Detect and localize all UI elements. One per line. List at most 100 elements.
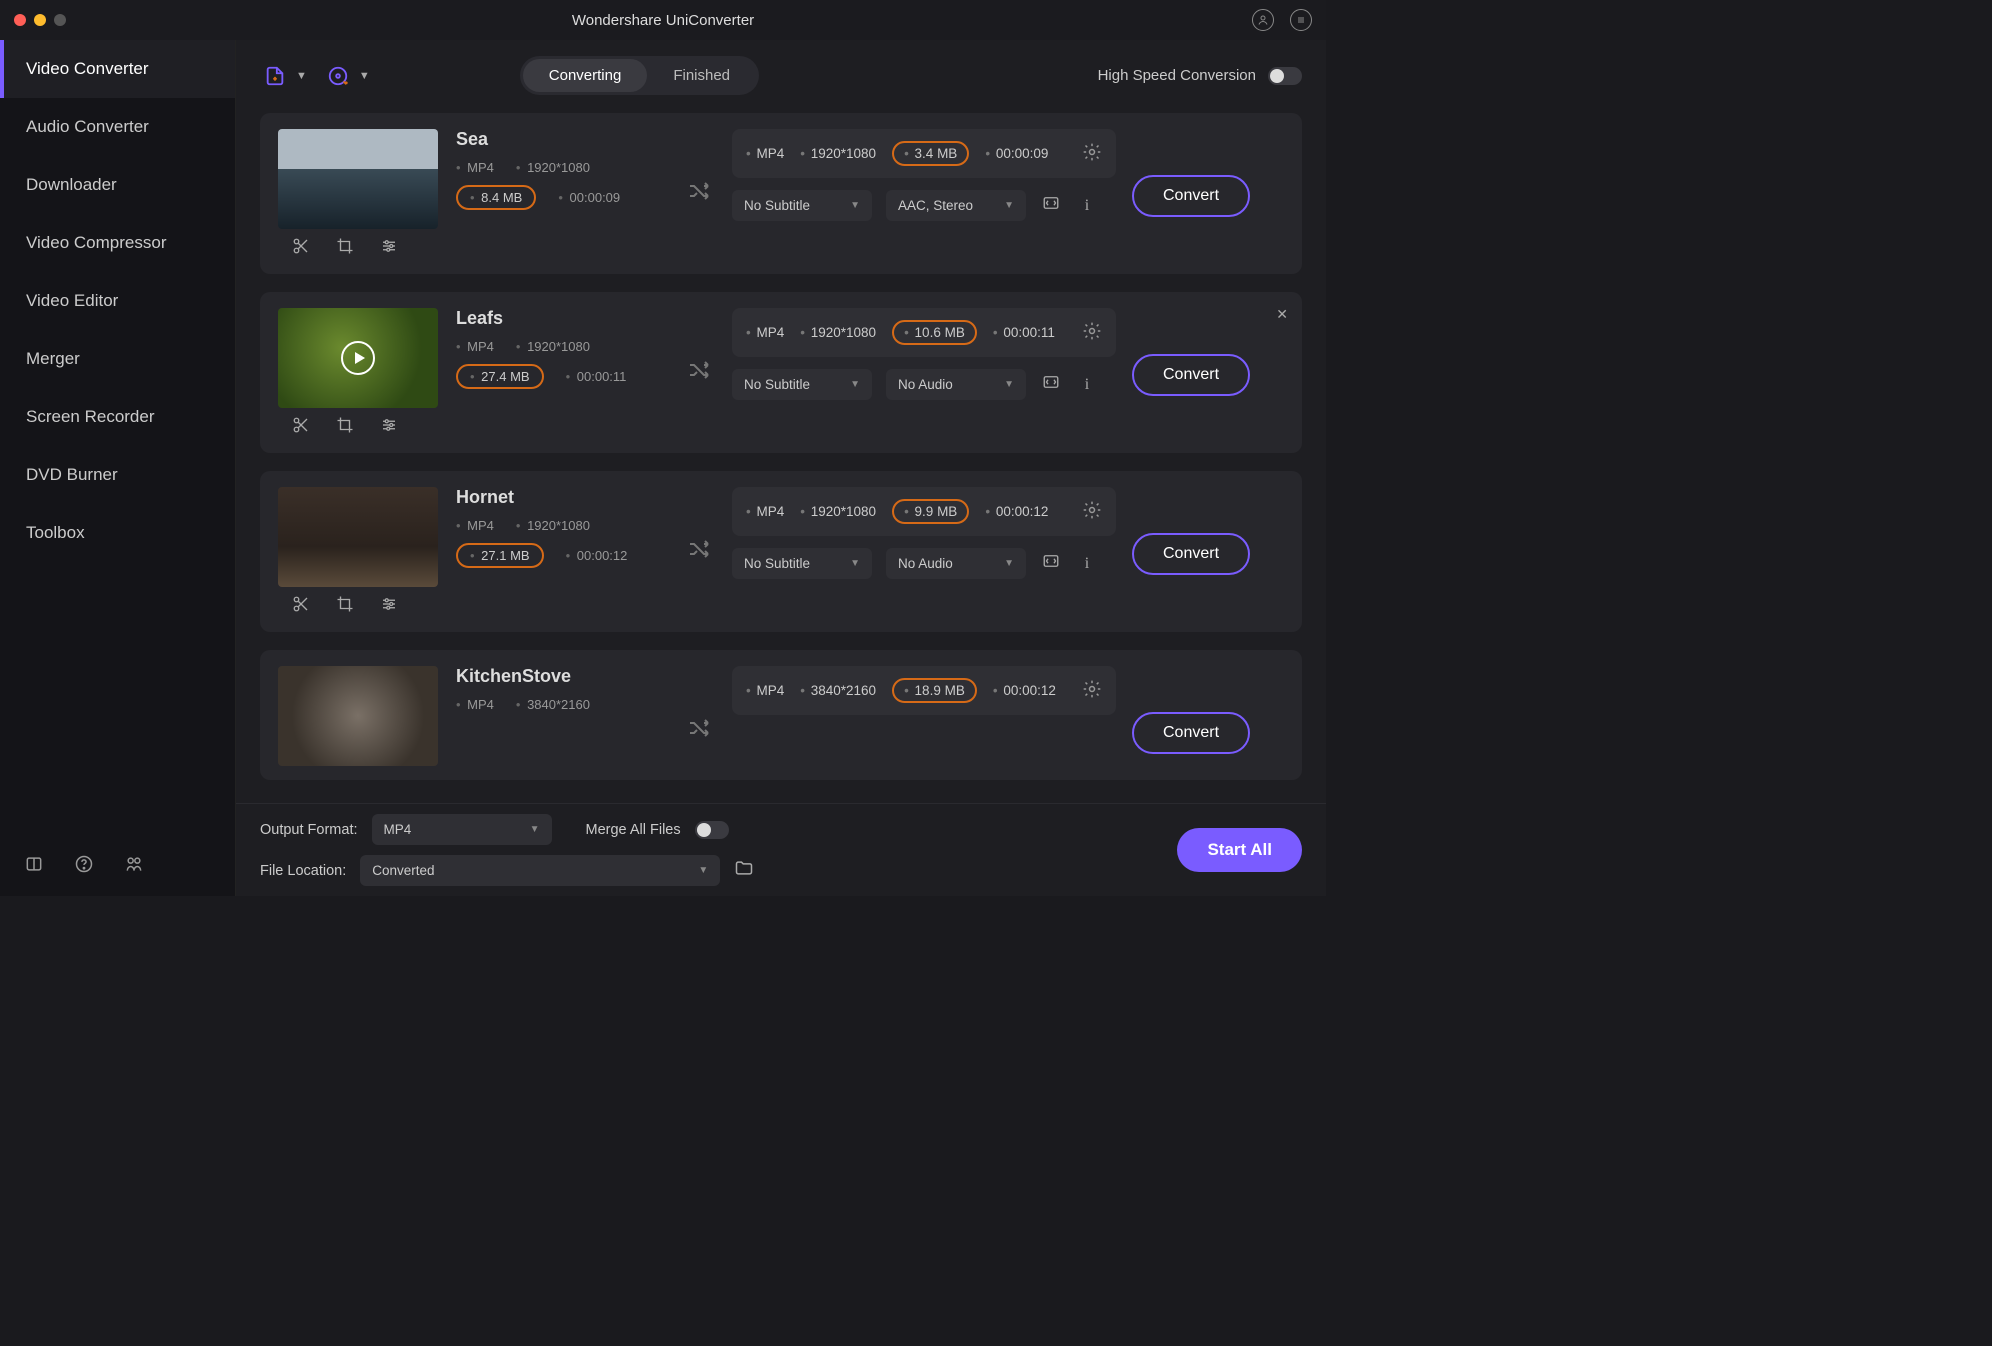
effects-icon[interactable] [380, 416, 398, 439]
merge-files-toggle[interactable] [695, 821, 729, 839]
chevron-down-icon: ▼ [1004, 558, 1014, 569]
output-settings-box[interactable]: MP4 1920*1080 9.9 MB 00:00:12 [732, 487, 1116, 536]
audio-value: AAC, Stereo [898, 198, 973, 213]
preview-icon[interactable] [1040, 194, 1062, 217]
crop-icon[interactable] [336, 416, 354, 439]
convert-arrow-icon [676, 308, 722, 382]
dst-resolution: 1920*1080 [800, 146, 876, 161]
effects-icon[interactable] [380, 595, 398, 618]
subtitle-select[interactable]: No Subtitle ▼ [732, 548, 872, 579]
sidebar-item-video-converter[interactable]: Video Converter [0, 40, 235, 98]
sidebar-item-merger[interactable]: Merger [0, 330, 235, 388]
output-settings-box[interactable]: MP4 3840*2160 18.9 MB 00:00:12 [732, 666, 1116, 715]
file-list: Sea MP4 1920*1080 8.4 MB 00:00:09 MP4 19… [236, 113, 1326, 803]
menu-icon[interactable] [1290, 9, 1312, 31]
audio-select[interactable]: No Audio ▼ [886, 548, 1026, 579]
tutorial-icon[interactable] [24, 854, 44, 874]
high-speed-toggle[interactable] [1268, 67, 1302, 85]
dst-size: 10.6 MB [892, 320, 977, 345]
output-settings-box[interactable]: MP4 1920*1080 3.4 MB 00:00:09 [732, 129, 1116, 178]
start-all-button[interactable]: Start All [1177, 828, 1302, 872]
minimize-window-button[interactable] [34, 14, 46, 26]
sidebar-item-video-compressor[interactable]: Video Compressor [0, 214, 235, 272]
dst-duration: 00:00:09 [985, 146, 1048, 161]
window-controls [14, 14, 66, 26]
add-file-button[interactable]: ▼ [264, 65, 307, 87]
dst-resolution: 3840*2160 [800, 683, 876, 698]
preview-icon[interactable] [1040, 552, 1062, 575]
file-location-value: Converted [372, 863, 434, 878]
chevron-down-icon: ▼ [850, 379, 860, 390]
sidebar-item-audio-converter[interactable]: Audio Converter [0, 98, 235, 156]
src-format: MP4 [456, 339, 494, 354]
account-icon[interactable] [1252, 9, 1274, 31]
trim-icon[interactable] [292, 237, 310, 260]
dst-size: 9.9 MB [892, 499, 969, 524]
file-title: Hornet [456, 487, 666, 508]
convert-button[interactable]: Convert [1132, 712, 1250, 754]
sidebar-item-dvd-burner[interactable]: DVD Burner [0, 446, 235, 504]
file-title: Sea [456, 129, 666, 150]
info-icon[interactable]: i [1076, 197, 1098, 215]
crop-icon[interactable] [336, 237, 354, 260]
src-resolution: 1920*1080 [516, 518, 590, 533]
subtitle-select[interactable]: No Subtitle ▼ [732, 190, 872, 221]
convert-button[interactable]: Convert [1132, 354, 1250, 396]
help-icon[interactable] [74, 854, 94, 874]
chevron-down-icon: ▼ [296, 70, 307, 82]
chevron-down-icon: ▼ [1004, 200, 1014, 211]
play-icon[interactable] [341, 341, 375, 375]
audio-select[interactable]: AAC, Stereo ▼ [886, 190, 1026, 221]
sidebar-item-video-editor[interactable]: Video Editor [0, 272, 235, 330]
info-icon[interactable]: i [1076, 376, 1098, 394]
src-format: MP4 [456, 160, 494, 175]
effects-icon[interactable] [380, 237, 398, 260]
file-title: Leafs [456, 308, 666, 329]
file-location-select[interactable]: Converted ▼ [360, 855, 720, 886]
maximize-window-button[interactable] [54, 14, 66, 26]
dst-size: 3.4 MB [892, 141, 969, 166]
open-folder-icon[interactable] [734, 858, 754, 883]
output-settings-box[interactable]: MP4 1920*1080 10.6 MB 00:00:11 [732, 308, 1116, 357]
convert-button[interactable]: Convert [1132, 533, 1250, 575]
file-card: Leafs MP4 1920*1080 27.4 MB 00:00:11 MP4… [260, 292, 1302, 453]
settings-gear-icon[interactable] [1082, 142, 1102, 165]
sidebar-item-toolbox[interactable]: Toolbox [0, 504, 235, 562]
video-thumbnail[interactable] [278, 666, 438, 766]
dst-format: MP4 [746, 504, 784, 519]
settings-gear-icon[interactable] [1082, 679, 1102, 702]
sidebar-item-screen-recorder[interactable]: Screen Recorder [0, 388, 235, 446]
add-dvd-button[interactable]: ▼ [327, 65, 370, 87]
crop-icon[interactable] [336, 595, 354, 618]
dst-format: MP4 [746, 683, 784, 698]
src-format: MP4 [456, 697, 494, 712]
video-thumbnail[interactable] [278, 308, 438, 408]
dst-size: 18.9 MB [892, 678, 977, 703]
tab-finished[interactable]: Finished [647, 59, 756, 92]
audio-select[interactable]: No Audio ▼ [886, 369, 1026, 400]
trim-icon[interactable] [292, 595, 310, 618]
tab-converting[interactable]: Converting [523, 59, 648, 92]
settings-gear-icon[interactable] [1082, 321, 1102, 344]
settings-gear-icon[interactable] [1082, 500, 1102, 523]
trim-icon[interactable] [292, 416, 310, 439]
footer-bar: Output Format: MP4 ▼ Merge All Files Fil… [236, 803, 1326, 896]
video-thumbnail[interactable] [278, 129, 438, 229]
output-format-select[interactable]: MP4 ▼ [372, 814, 552, 845]
info-icon[interactable]: i [1076, 555, 1098, 573]
feedback-icon[interactable] [124, 854, 144, 874]
subtitle-select[interactable]: No Subtitle ▼ [732, 369, 872, 400]
dst-resolution: 1920*1080 [800, 325, 876, 340]
convert-button[interactable]: Convert [1132, 175, 1250, 217]
file-title: KitchenStove [456, 666, 666, 687]
close-window-button[interactable] [14, 14, 26, 26]
dst-duration: 00:00:12 [985, 504, 1048, 519]
sidebar-item-downloader[interactable]: Downloader [0, 156, 235, 214]
preview-icon[interactable] [1040, 373, 1062, 396]
remove-file-icon[interactable]: ✕ [1276, 306, 1288, 323]
video-thumbnail[interactable] [278, 487, 438, 587]
dst-resolution: 1920*1080 [800, 504, 876, 519]
toolbar: ▼ ▼ Converting Finished High Speed Conve… [236, 40, 1326, 113]
audio-value: No Audio [898, 556, 953, 571]
chevron-down-icon: ▼ [359, 70, 370, 82]
